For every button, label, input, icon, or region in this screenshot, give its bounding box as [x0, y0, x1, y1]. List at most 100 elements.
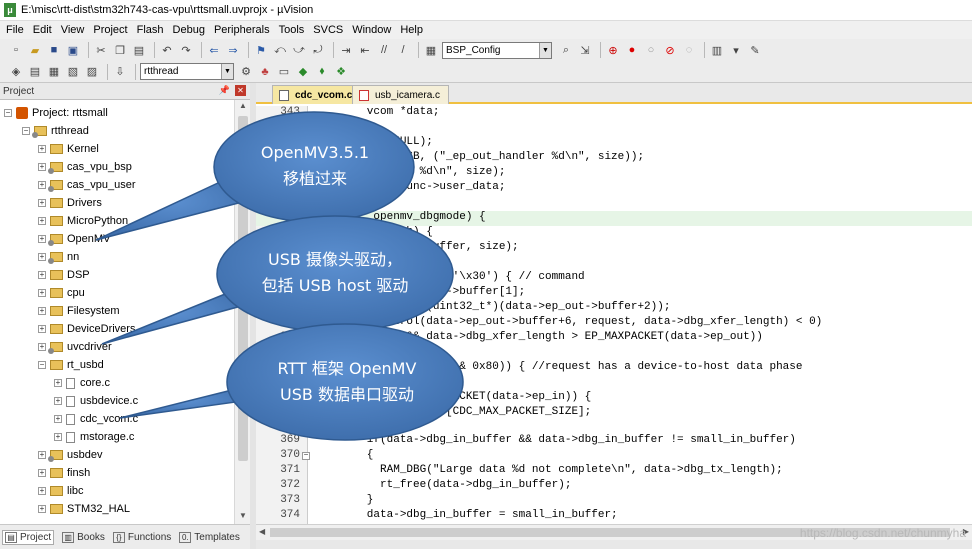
expand-icon[interactable]: + [38, 163, 46, 171]
bookmark-next-icon[interactable]: ⤻ [291, 42, 307, 58]
tree-item-group[interactable]: − rt_usbd [38, 356, 104, 374]
expand-icon[interactable]: + [38, 451, 46, 459]
expand-icon[interactable]: + [38, 343, 46, 351]
tree-item-group[interactable]: + uvcdriver [38, 338, 112, 356]
fold-icon[interactable]: − [302, 214, 310, 222]
pin-icon[interactable]: 📌 [219, 85, 230, 96]
select-packs-icon[interactable]: ◆ [295, 64, 311, 80]
comment-icon[interactable]: // [376, 42, 392, 58]
save-all-icon[interactable]: ▣ [65, 42, 81, 58]
tree-item-group[interactable]: + cas_vpu_bsp [38, 158, 132, 176]
menu-edit[interactable]: Edit [33, 24, 52, 36]
bookmark-prev-icon[interactable]: ⤺ [272, 42, 288, 58]
tree-item-file[interactable]: + core.c [54, 374, 110, 392]
tab-usb-icamera[interactable]: usb_icamera.c [352, 85, 450, 104]
paste-icon[interactable]: ▤ [131, 42, 147, 58]
tree-item-group[interactable]: + MicroPython [38, 212, 128, 230]
tree-item-file[interactable]: + usbdevice.c [54, 392, 138, 410]
nav-forward-icon[interactable]: ⇒ [225, 42, 241, 58]
tree-item-file[interactable]: + mstorage.c [54, 428, 134, 446]
expand-icon[interactable]: + [38, 469, 46, 477]
redo-icon[interactable]: ↷ [178, 42, 194, 58]
target-combo[interactable]: rtthread ▼ [140, 63, 234, 80]
tree-item-rtthread[interactable]: − rtthread [22, 122, 89, 140]
menu-flash[interactable]: Flash [137, 24, 164, 36]
bookmark-icon[interactable]: ⚑ [253, 42, 269, 58]
stop-build-icon[interactable]: ▨ [84, 64, 100, 80]
tree-item-group[interactable]: + Kernel [38, 140, 99, 158]
uncomment-icon[interactable]: / [395, 42, 411, 58]
collapse-icon[interactable]: − [4, 109, 12, 117]
tree-item-file[interactable]: + cdc_vcom.c [54, 410, 138, 428]
expand-icon[interactable]: + [38, 235, 46, 243]
indent-icon[interactable]: ⇥ [338, 42, 354, 58]
tab-templates[interactable]: 0. Templates [179, 531, 240, 543]
expand-icon[interactable]: + [54, 433, 62, 441]
find-in-files-icon[interactable]: ▦ [423, 42, 439, 58]
breakpoint-disable-icon[interactable]: ○ [643, 42, 659, 58]
collapse-icon[interactable]: − [22, 127, 30, 135]
config-combo[interactable]: BSP_Config ▼ [442, 41, 552, 59]
expand-icon[interactable]: + [38, 271, 46, 279]
translate-icon[interactable]: ◈ [8, 64, 24, 80]
bookmark-clear-icon[interactable]: ⤾ [310, 42, 326, 58]
chevron-down-icon[interactable]: ▼ [221, 64, 233, 79]
tree-item-group[interactable]: + DSP [38, 266, 90, 284]
find-icon[interactable]: ⌕ [558, 42, 574, 58]
tree-item-group[interactable]: + OpenMV [38, 230, 110, 248]
menu-debug[interactable]: Debug [173, 24, 205, 36]
expand-icon[interactable]: + [38, 505, 46, 513]
expand-icon[interactable]: + [38, 199, 46, 207]
configure-icon[interactable]: ✎ [747, 42, 763, 58]
tree-item-group[interactable]: + cpu [38, 284, 85, 302]
unindent-icon[interactable]: ⇤ [357, 42, 373, 58]
tree-item-group[interactable]: + libc [38, 482, 84, 500]
expand-icon[interactable]: + [54, 415, 62, 423]
tree-item-group[interactable]: + cas_vpu_user [38, 176, 136, 194]
expand-icon[interactable]: + [54, 379, 62, 387]
tab-books[interactable]: ▥ Books [62, 531, 105, 543]
tree-item-group[interactable]: + STM32_HAL [38, 500, 130, 518]
fold-icon[interactable]: − [302, 452, 310, 460]
tab-cdc-vcom[interactable]: cdc_vcom.c [272, 85, 362, 104]
window-layout-dropdown-icon[interactable]: ▾ [728, 42, 744, 58]
breakpoint-clear-icon[interactable]: ◌ [681, 42, 697, 58]
expand-icon[interactable]: + [38, 487, 46, 495]
batch-build-icon[interactable]: ▧ [65, 64, 81, 80]
menu-window[interactable]: Window [352, 24, 391, 36]
scroll-up-icon[interactable]: ▲ [237, 101, 249, 113]
menu-svcs[interactable]: SVCS [313, 24, 343, 36]
window-layout-icon[interactable]: ▥ [709, 42, 725, 58]
expand-icon[interactable]: + [38, 145, 46, 153]
tree-item-group[interactable]: + Filesystem [38, 302, 120, 320]
cut-icon[interactable]: ✂ [93, 42, 109, 58]
rebuild-icon[interactable]: ▦ [46, 64, 62, 80]
menu-help[interactable]: Help [400, 24, 423, 36]
chevron-down-icon[interactable]: ▼ [539, 42, 551, 58]
tree-item-group[interactable]: + finsh [38, 464, 90, 482]
expand-icon[interactable]: + [38, 217, 46, 225]
tree-item-group[interactable]: + Drivers [38, 194, 102, 212]
debug-start-icon[interactable]: ⊕ [605, 42, 621, 58]
build-icon[interactable]: ▤ [27, 64, 43, 80]
expand-icon[interactable]: + [38, 253, 46, 261]
incremental-find-icon[interactable]: ⇲ [577, 42, 593, 58]
undo-icon[interactable]: ↶ [159, 42, 175, 58]
tree-item-project[interactable]: − Project: rttsmall [4, 104, 108, 122]
menu-peripherals[interactable]: Peripherals [214, 24, 270, 36]
scroll-left-icon[interactable]: ◀ [259, 527, 265, 536]
download-icon[interactable]: ⇩ [112, 64, 128, 80]
run-time-env-icon[interactable]: ❖ [333, 64, 349, 80]
tree-item-group[interactable]: + nn [38, 248, 79, 266]
close-icon[interactable]: ✕ [235, 85, 246, 96]
pack-installer-icon[interactable]: ⬧ [314, 64, 330, 80]
save-icon[interactable]: ■ [46, 42, 62, 58]
new-file-icon[interactable]: ▫ [8, 42, 24, 58]
tab-functions[interactable]: {} Functions [112, 531, 171, 543]
menu-tools[interactable]: Tools [279, 24, 305, 36]
copy-icon[interactable]: ❐ [112, 42, 128, 58]
tree-item-group[interactable]: + usbdev [38, 446, 102, 464]
scroll-down-icon[interactable]: ▼ [237, 511, 249, 523]
menu-file[interactable]: File [6, 24, 24, 36]
expand-icon[interactable]: + [38, 325, 46, 333]
